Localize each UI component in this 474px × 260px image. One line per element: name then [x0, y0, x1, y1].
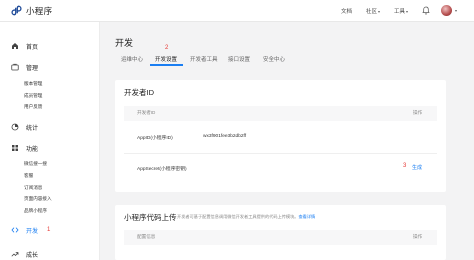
briefcase-icon [11, 63, 19, 71]
annotation-marker: 3 [403, 163, 407, 169]
appid-label: AppID(小程序ID) [137, 136, 173, 141]
upload-hint: 开发者可基于配置信息调用微信开发者工具提供的代码上传模块。查看详情 [177, 214, 315, 220]
sidebar-item-develop[interactable]: 开发 1 [0, 224, 100, 236]
sidebar-subitem-members[interactable]: 成员管理 [24, 93, 42, 99]
chevron-down-icon: ▾ [378, 9, 381, 14]
appsecret-label: AppSecret(小程序密钥) [137, 167, 187, 172]
home-icon [12, 43, 18, 49]
nav-community[interactable]: 社区▾ [366, 7, 380, 15]
mini-program-logo-icon [11, 5, 22, 16]
annotation-marker: 2 [165, 45, 169, 51]
nav-community-label: 社区 [366, 9, 378, 15]
tab-dev-settings[interactable]: 开发设置 [155, 55, 177, 63]
code-upload-card: 小程序代码上传 开发者可基于配置信息调用微信开发者工具提供的代码上传模块。查看详… [115, 205, 446, 260]
card-title: 小程序代码上传 [124, 213, 177, 222]
appid-value: wx3f901fee3b2db2ff [203, 134, 247, 139]
active-tab-indicator [150, 64, 183, 66]
tab-security-center[interactable]: 安全中心 [263, 55, 285, 63]
sidebar-subitem-subscribe[interactable]: 订阅消息 [24, 185, 42, 191]
sidebar-item-manage[interactable]: 管理 [0, 61, 100, 73]
sidebar-subitem-feedback[interactable]: 用户反馈 [24, 104, 42, 110]
app-logo[interactable]: 小程序 [10, 4, 52, 17]
sidebar-item-features[interactable]: 功能 [0, 142, 100, 154]
view-details-link[interactable]: 查看详情 [298, 214, 315, 219]
column-header: 操作 [413, 110, 423, 115]
column-header: 配置信息 [137, 234, 156, 239]
sidebar-item-label: 统计 [26, 125, 39, 132]
sidebar-subitem-content[interactable]: 页面内容接入 [24, 196, 52, 202]
chevron-down-icon: ▾ [406, 9, 409, 14]
sidebar-item-label: 功能 [26, 146, 39, 153]
trend-up-icon [11, 252, 19, 257]
tab-dev-tools[interactable]: 开发者工具 [190, 55, 218, 63]
app-name: 小程序 [26, 5, 53, 16]
sidebar-item-label: 管理 [26, 65, 39, 72]
sidebar-subitem-brand[interactable]: 品牌小程序 [24, 208, 47, 214]
developer-id-card: 开发者ID 开发者ID 操作 AppID(小程序ID) wx3f901fee3b… [115, 80, 446, 192]
nav-tools-label: 工具 [394, 9, 406, 15]
bell-icon[interactable] [422, 6, 430, 15]
column-header: 操作 [413, 234, 423, 239]
sidebar-item-home[interactable]: 首页 [0, 40, 100, 52]
page-title: 开发 [115, 38, 134, 48]
avatar[interactable] [441, 5, 452, 16]
upload-hint-text: 开发者可基于配置信息调用微信开发者工具提供的代码上传模块。 [177, 214, 299, 219]
sidebar-item-label: 开发 [26, 228, 39, 235]
table-header: 开发者ID 操作 [124, 106, 437, 121]
sidebar-item-growth[interactable]: 成长 [0, 248, 100, 260]
sidebar-item-label: 首页 [26, 44, 39, 51]
table-header: 配置信息 操作 [124, 230, 437, 245]
nav-docs[interactable]: 文档 [341, 7, 352, 15]
sidebar-subitem-search[interactable]: 微信搜一搜 [24, 161, 47, 167]
row-divider [124, 153, 437, 154]
sidebar: 首页 管理 版本管理 成员管理 用户反馈 统计 功能 微信搜一搜 客服 订阅消息… [0, 22, 100, 260]
tab-api-settings[interactable]: 接口设置 [228, 55, 250, 63]
column-header: 开发者ID [137, 110, 156, 115]
chart-circle-icon [11, 123, 19, 131]
code-icon [11, 227, 19, 233]
chevron-down-icon[interactable]: ▾ [455, 8, 457, 13]
top-bar: 小程序 文档 社区▾ 工具▾ ▾ [0, 0, 474, 22]
sidebar-subitem-service[interactable]: 客服 [24, 173, 33, 179]
nav-tools[interactable]: 工具▾ [394, 7, 408, 15]
tab-ops-center[interactable]: 运维中心 [121, 55, 143, 63]
sidebar-item-label: 成长 [26, 252, 39, 259]
annotation-marker: 1 [47, 227, 51, 233]
card-title: 开发者ID [124, 88, 154, 97]
sidebar-item-stats[interactable]: 统计 [0, 121, 100, 133]
generate-secret-button[interactable]: 生成 [412, 164, 422, 171]
sidebar-subitem-version[interactable]: 版本管理 [24, 81, 42, 87]
grid-icon [12, 145, 18, 151]
